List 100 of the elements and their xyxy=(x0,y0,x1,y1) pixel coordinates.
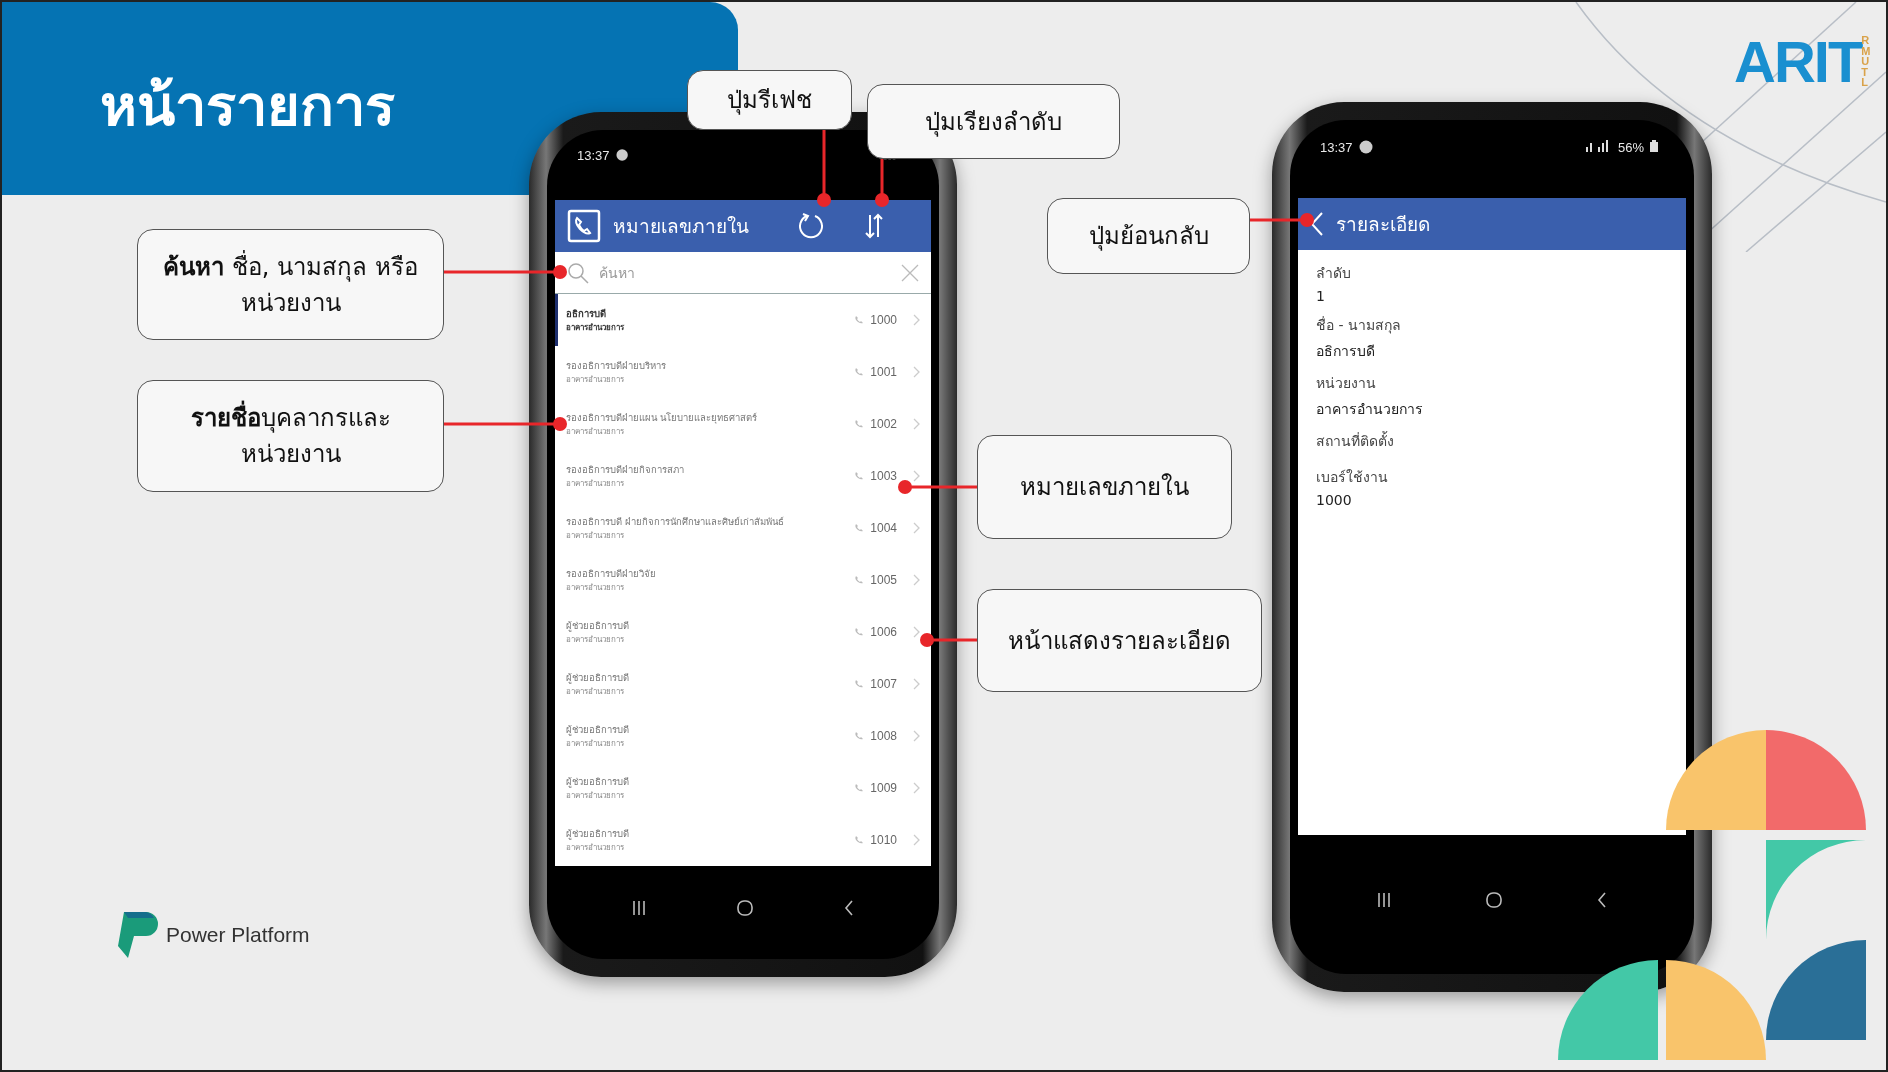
item-title: รองอธิการบดีฝ่ายวิจัย xyxy=(566,567,657,581)
sort-icon[interactable] xyxy=(865,213,883,239)
list-item[interactable]: ผู้ช่วยอธิการบดี อาคารอำนวยการ 1009 xyxy=(555,762,931,814)
battery-icon xyxy=(1650,140,1658,152)
callout-label: รายชื่อบุคลากรและหน่วยงาน xyxy=(137,380,444,492)
item-subtitle: อาคารอำนวยการ xyxy=(566,842,625,854)
power-platform-logo-text: Power Platform xyxy=(166,923,310,947)
home-icon[interactable] xyxy=(1485,890,1503,909)
chevron-right-icon xyxy=(913,470,921,482)
field-label: เบอร์ใช้งาน xyxy=(1316,468,1389,487)
leader-line xyxy=(875,159,889,207)
back-nav-icon[interactable] xyxy=(844,899,854,916)
field-value: 1000 xyxy=(1316,492,1353,508)
extension-number: 1001 xyxy=(870,365,897,379)
list-item[interactable]: รองอธิการบดีฝ่ายวิจัย อาคารอำนวยการ 1005 xyxy=(555,554,931,606)
field-value: อธิการบดี xyxy=(1316,342,1376,361)
extension-number: 1008 xyxy=(870,729,897,743)
leader-line xyxy=(920,633,977,647)
item-title: รองอธิการบดีฝ่ายแผน นโยบายและยุทธศาสตร์ xyxy=(566,411,759,425)
phone-icon xyxy=(854,471,865,481)
phone-icon xyxy=(854,627,865,637)
chevron-right-icon xyxy=(913,678,921,690)
notification-icon xyxy=(1358,140,1373,154)
field-label: หน่วยงาน xyxy=(1316,374,1377,393)
callout-label: หมายเลขภายใน xyxy=(977,435,1232,539)
item-subtitle: อาคารอำนวยการ xyxy=(566,738,625,750)
chevron-right-icon xyxy=(913,418,921,430)
extension-number: 1003 xyxy=(870,469,897,483)
item-title: ผู้ช่วยอธิการบดี xyxy=(566,619,630,633)
chevron-right-icon xyxy=(913,314,921,326)
chevron-right-icon xyxy=(913,782,921,794)
extension-number: 1002 xyxy=(870,417,897,431)
list-item[interactable]: ผู้ช่วยอธิการบดี อาคารอำนวยการ 1008 xyxy=(555,710,931,762)
callout-label: ปุ่มย้อนกลับ xyxy=(1047,198,1250,274)
chevron-right-icon xyxy=(913,730,921,742)
app-title: รายละเอียด xyxy=(1336,212,1431,237)
extension-number: 1006 xyxy=(870,625,897,639)
extension-number: 1004 xyxy=(870,521,897,535)
item-title: ผู้ช่วยอธิการบดี xyxy=(566,723,630,737)
item-subtitle: อาคารอำนวยการ xyxy=(566,634,625,646)
notification-icon xyxy=(615,148,628,162)
leader-line xyxy=(1250,213,1314,227)
item-subtitle: อาคารอำนวยการ xyxy=(566,322,625,334)
back-icon[interactable] xyxy=(1310,211,1324,237)
recent-apps-icon[interactable] xyxy=(632,899,646,916)
item-subtitle: อาคารอำนวยการ xyxy=(566,686,625,698)
search-icon xyxy=(567,261,589,284)
list-item[interactable]: ผู้ช่วยอธิการบดี อาคารอำนวยการ 1006 xyxy=(555,606,931,658)
phone-icon xyxy=(854,419,865,429)
callout-label: หน้าแสดงรายละเอียด xyxy=(977,589,1262,692)
chevron-right-icon xyxy=(913,574,921,586)
item-title: ผู้ช่วยอธิการบดี xyxy=(566,671,630,685)
search-field[interactable]: ค้นหา xyxy=(597,263,893,282)
list-item[interactable]: ผู้ช่วยอธิการบดี อาคารอำนวยการ 1010 xyxy=(555,814,931,866)
list-item[interactable]: อธิการบดี อาคารอำนวยการ 1000 xyxy=(555,294,931,346)
item-title: ผู้ช่วยอธิการบดี xyxy=(566,827,630,841)
field-label: ชื่อ - นามสกุล xyxy=(1316,315,1402,336)
phone-icon xyxy=(854,315,865,325)
app-title: หมายเลขภายใน xyxy=(613,214,750,239)
refresh-icon[interactable] xyxy=(797,212,825,240)
item-subtitle: อาคารอำนวยการ xyxy=(566,790,625,802)
item-title: รองอธิการบดีฝ่ายกิจการสภา xyxy=(566,463,685,477)
list-item[interactable]: รองอธิการบดีฝ่ายบริหาร อาคารอำนวยการ 1001 xyxy=(555,346,931,398)
chevron-right-icon xyxy=(913,366,921,378)
phone-book-icon xyxy=(567,209,601,243)
phone-icon xyxy=(854,367,865,377)
recent-apps-icon[interactable] xyxy=(1377,891,1391,908)
list-item[interactable]: ผู้ช่วยอธิการบดี อาคารอำนวยการ 1007 xyxy=(555,658,931,710)
extension-number: 1005 xyxy=(870,573,897,587)
item-subtitle: อาคารอำนวยการ xyxy=(566,426,625,438)
field-value: อาคารอำนวยการ xyxy=(1316,400,1424,419)
extension-number: 1010 xyxy=(870,833,897,847)
callout-label: ปุ่มเรียงลำดับ xyxy=(867,84,1120,159)
extension-number: 1000 xyxy=(870,313,897,327)
status-time: 13:37 xyxy=(1320,140,1353,155)
extension-number: 1009 xyxy=(870,781,897,795)
back-nav-icon[interactable] xyxy=(1597,891,1607,908)
phone-icon xyxy=(854,523,865,533)
slide-title: หน้ารายการ xyxy=(100,72,395,140)
chevron-right-icon xyxy=(913,522,921,534)
item-title: รองอธิการบดีฝ่ายบริหาร xyxy=(566,359,667,373)
phone-icon xyxy=(854,731,865,741)
home-icon[interactable] xyxy=(736,898,754,917)
item-subtitle: อาคารอำนวยการ xyxy=(566,530,625,542)
battery-level: 56% xyxy=(1617,140,1644,155)
field-value: 1 xyxy=(1316,288,1326,304)
chevron-right-icon xyxy=(913,626,921,638)
callout-label: ค้นหา ชื่อ, นามสกุล หรือหน่วยงาน xyxy=(137,229,444,340)
phone-icon xyxy=(854,679,865,689)
item-subtitle: อาคารอำนวยการ xyxy=(566,374,625,386)
phone-icon xyxy=(854,783,865,793)
item-title: อธิการบดี xyxy=(566,307,607,321)
item-subtitle: อาคารอำนวยการ xyxy=(566,582,625,594)
field-label: ลำดับ xyxy=(1316,264,1352,283)
field-label: สถานที่ติดตั้ง xyxy=(1316,430,1395,451)
phone-icon xyxy=(854,575,865,585)
list-item[interactable]: รองอธิการบดี ฝ่ายกิจการนักศึกษาและศิษย์เก่าสัมพันธ์ อาคารอำนวยการ 1004 xyxy=(555,502,931,554)
list-item[interactable]: รองอธิการบดีฝ่ายแผน นโยบายและยุทธศาสตร์ อาคารอำนวยการ 1002 xyxy=(555,398,931,450)
chevron-right-icon xyxy=(913,834,921,846)
callout-label: ปุ่มรีเฟช xyxy=(687,70,852,130)
